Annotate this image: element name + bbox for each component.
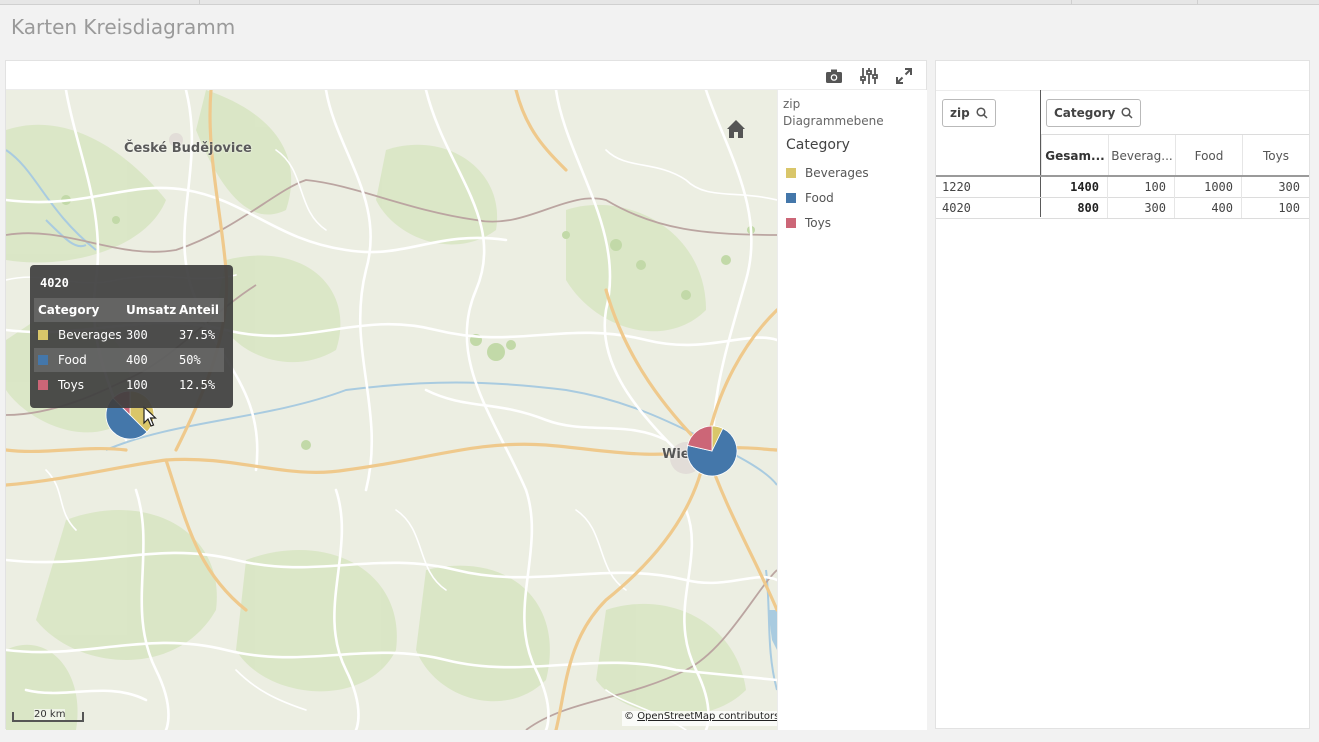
legend-label: Beverages (805, 166, 869, 180)
legend-label: Toys (805, 216, 831, 230)
tooltip-category: Toys (58, 378, 84, 392)
tooltip-row: Beverages 300 37.5% (34, 323, 224, 347)
row-total: 800 (1077, 201, 1099, 215)
tooltip-row: Toys 100 12.5% (34, 373, 224, 397)
map-canvas[interactable]: České Budějovice Wie 20 km © OpenStreetM… (6, 90, 777, 730)
sheet-title: Karten Kreisdiagramm (11, 15, 236, 39)
map-panel: České Budějovice Wie 20 km © OpenStreetM… (5, 60, 927, 730)
tooltip-row: Food 400 50% (34, 348, 224, 372)
panel-toolbar (6, 61, 926, 90)
row-total: 1400 (1070, 180, 1099, 194)
row-food: 1000 (1204, 180, 1233, 194)
legend-swatch (786, 218, 796, 228)
column-header-beverages[interactable]: Beverag... (1108, 135, 1175, 177)
column-header-toys[interactable]: Toys (1242, 135, 1309, 177)
expand-icon[interactable] (893, 65, 915, 87)
tooltip-anteil: 50% (179, 353, 201, 367)
zip-filter-label: zip (950, 106, 970, 120)
legend-item-beverages[interactable]: Beverages (786, 165, 869, 181)
tooltip-header-row: Category Umsatz Anteil (34, 298, 224, 322)
legend-label: Food (805, 191, 834, 205)
row-zip[interactable]: 4020 (942, 198, 1040, 218)
row-toys: 100 (1278, 201, 1300, 215)
tooltip-header-anteil: Anteil (179, 303, 219, 317)
tooltip-swatch-food (38, 355, 48, 365)
legend-item-food[interactable]: Food (786, 190, 834, 206)
category-filter-button[interactable]: Category (1046, 99, 1142, 127)
legend-swatch (786, 193, 796, 203)
pie-layer (105, 390, 738, 477)
tooltip-category: Beverages (58, 328, 122, 342)
top-tab-strip (0, 0, 1319, 5)
tooltip-umsatz: 300 (126, 328, 148, 342)
scale-label: 20 km (34, 709, 66, 720)
tooltip-header-category: Category (38, 303, 100, 317)
attribution-link[interactable]: OpenStreetMap contributors (637, 711, 777, 722)
zip-filter-button[interactable]: zip (942, 99, 996, 127)
search-icon (1121, 107, 1133, 119)
column-divider (1174, 177, 1175, 218)
legend-title: Category (786, 137, 850, 153)
column-header-food[interactable]: Food (1175, 135, 1242, 177)
tooltip-title: 4020 (40, 276, 69, 290)
map-legend: zip Diagrammebene Category Beverages Foo… (777, 90, 927, 730)
tab-segment[interactable] (200, 0, 1072, 4)
pie-chart-1220[interactable] (686, 425, 738, 477)
legend-swatch (786, 168, 796, 178)
tooltip-umsatz: 100 (126, 378, 148, 392)
tooltip-swatch-toys (38, 380, 48, 390)
mouse-cursor-icon (143, 406, 157, 427)
camera-icon[interactable] (823, 65, 845, 87)
map-attribution: © OpenStreetMap contributors (622, 711, 777, 726)
column-divider (1241, 177, 1242, 218)
legend-item-toys[interactable]: Toys (786, 215, 831, 231)
legend-dimension-name: zip (783, 97, 801, 111)
tab-segment[interactable] (1072, 0, 1198, 4)
pie-tooltip: 4020 Category Umsatz Anteil Beverages 30… (30, 265, 233, 408)
attribution-prefix: © (624, 711, 634, 722)
tooltip-umsatz: 400 (126, 353, 148, 367)
tooltip-anteil: 12.5% (179, 378, 216, 392)
row-divider (936, 218, 1309, 219)
tooltip-swatch-beverages (38, 330, 48, 340)
category-filter-label: Category (1054, 106, 1116, 120)
tab-segment[interactable] (0, 0, 200, 4)
sliders-icon[interactable] (858, 65, 880, 87)
column-header-total[interactable]: Gesam... (1041, 135, 1108, 177)
tooltip-header-umsatz: Umsatz (126, 303, 177, 317)
row-zip[interactable]: 1220 (942, 177, 1040, 197)
tooltip-anteil: 37.5% (179, 328, 216, 342)
row-toys: 300 (1278, 180, 1300, 194)
legend-layer-name: Diagrammebene (783, 114, 884, 128)
row-beverages: 100 (1144, 180, 1166, 194)
row-food: 400 (1211, 201, 1233, 215)
row-beverages: 300 (1144, 201, 1166, 215)
tooltip-category: Food (58, 353, 87, 367)
legend-dimension: zip Diagrammebene (783, 96, 884, 130)
search-icon (976, 107, 988, 119)
column-divider (1107, 177, 1108, 218)
pivot-table-panel: zip Category Gesam... Beverag... Food To… (935, 60, 1310, 729)
